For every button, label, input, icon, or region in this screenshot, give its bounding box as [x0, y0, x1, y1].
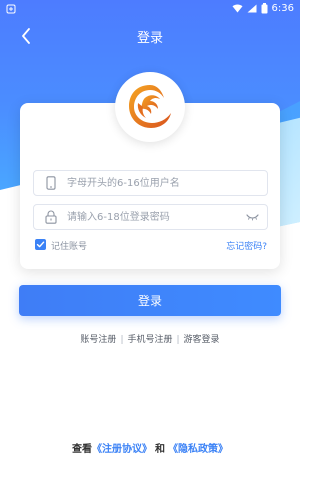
login-button[interactable]: 登录	[19, 285, 281, 316]
status-time: 6:36	[271, 3, 294, 14]
app-notification-icon	[6, 4, 16, 14]
username-field	[33, 170, 268, 196]
phone-icon	[41, 173, 61, 193]
login-screen: 6:36 登录 字母开头的6-16位用户名 记住账号 忘记密码? 登录 账号注册…	[0, 0, 300, 500]
remember-checkbox[interactable]	[35, 239, 46, 250]
app-bar: 登录	[0, 24, 300, 48]
forgot-password-link[interactable]: 忘记密码?	[226, 239, 267, 252]
phoenix-logo-icon	[129, 85, 171, 128]
account-register-link[interactable]: 账号注册	[80, 332, 116, 345]
toggle-password-visibility[interactable]	[243, 208, 261, 226]
link-separator: |	[120, 335, 124, 345]
register-agreement-link[interactable]: 《注册协议》	[92, 444, 152, 455]
privacy-policy-link[interactable]: 《隐私政策》	[168, 444, 228, 455]
status-right: 6:36	[232, 3, 294, 14]
wifi-icon	[232, 4, 243, 13]
lock-icon	[41, 207, 61, 227]
agreement-and: 和	[155, 444, 165, 455]
agreement-text: 查看《注册协议》和《隐私政策》	[0, 440, 300, 455]
guest-login-link[interactable]: 游客登录	[184, 332, 220, 345]
status-left	[6, 4, 16, 14]
battery-icon	[261, 3, 268, 14]
remember-row: 记住账号 忘记密码?	[35, 237, 267, 253]
password-input[interactable]	[61, 206, 247, 228]
checkmark-icon	[36, 241, 45, 248]
signal-icon	[247, 4, 257, 13]
status-bar: 6:36	[0, 0, 300, 20]
password-field	[33, 204, 268, 230]
app-logo	[115, 72, 185, 142]
username-input[interactable]	[61, 172, 247, 194]
phone-register-link[interactable]: 手机号注册	[127, 332, 172, 345]
link-separator: |	[176, 335, 180, 345]
remember-label: 记住账号	[51, 242, 88, 252]
agreement-prefix: 查看	[72, 444, 92, 455]
page-title: 登录	[136, 31, 163, 46]
register-links: 账号注册 | 手机号注册 | 游客登录	[0, 332, 300, 345]
eye-closed-icon	[245, 214, 259, 221]
